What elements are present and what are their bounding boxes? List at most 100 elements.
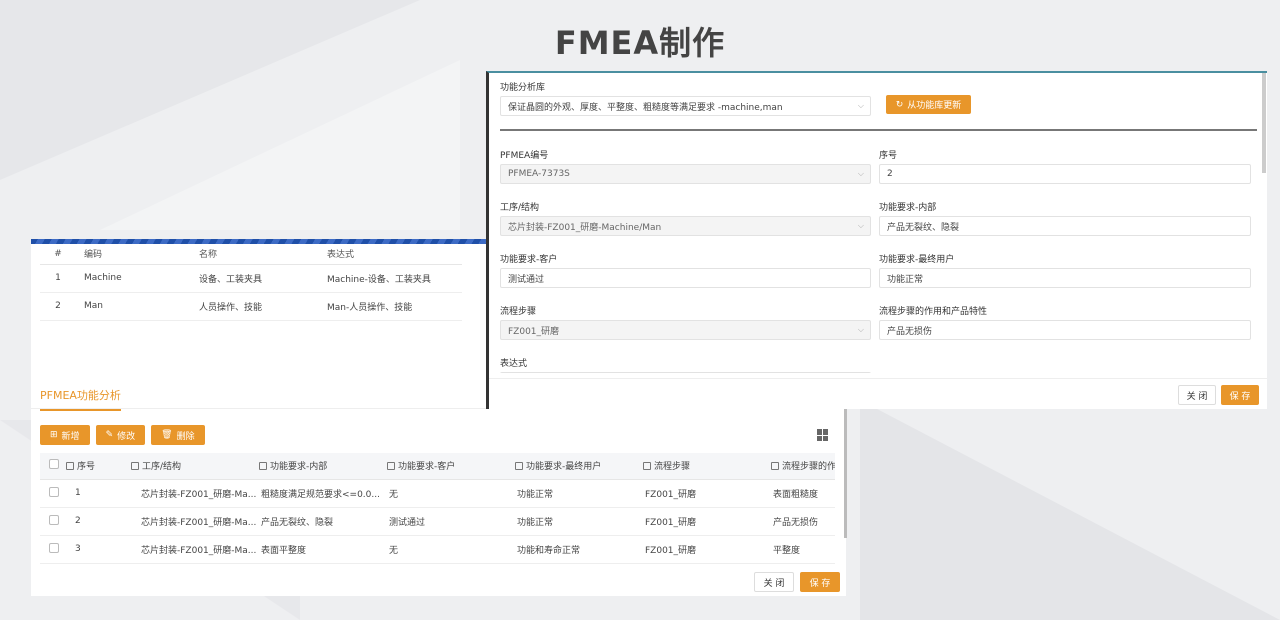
col-header: # [40,244,84,265]
col-header: 表达式 [327,244,462,265]
row-checkbox[interactable] [49,514,59,525]
col-header[interactable]: 流程步骤 [643,453,771,480]
customer-value: 测试通过 [508,274,545,285]
table-row[interactable]: 2 Man 人员操作、技能 Man-人员操作、技能 [40,292,462,321]
toolbar: ⊞ 新增 ✎ 修改 🗑 删除 [40,425,205,445]
cell: 粗糙度满足规范要求<=0.0... [259,479,387,508]
cell: 无 [387,479,515,508]
close-button[interactable]: 关 闭 [754,572,794,592]
column-settings-icon[interactable] [817,429,829,441]
cell: 产品无裂纹、隐裂 [259,507,387,536]
step-effect-label: 流程步骤的作用和产品特性 [879,307,988,317]
row-checkbox[interactable] [49,542,59,553]
step-value: FZ001_研磨 [508,326,560,337]
chevron-down-icon: ⌵ [857,221,864,230]
col-header-label: 流程步骤 [654,462,691,473]
enduser-input[interactable]: 功能正常 [879,268,1251,288]
cell: 功能正常 [515,507,643,536]
code-table: # 编码 名称 表达式 1 Machine 设备、工装夹具 Machine-设备… [40,244,462,321]
save-button[interactable]: 保 存 [800,572,840,592]
col-header[interactable]: 功能要求-内部 [259,453,387,480]
enduser-label: 功能要求-最终用户 [879,255,955,265]
delete-label: 删除 [176,431,195,442]
scrollbar[interactable] [1262,73,1266,173]
customer-input[interactable]: 测试通过 [500,268,871,288]
code-table-panel: # 编码 名称 表达式 1 Machine 设备、工装夹具 Machine-设备… [31,239,488,382]
update-from-library-button[interactable]: ↻ 从功能库更新 [886,95,971,114]
col-header-label: 功能要求-最终用户 [526,462,602,473]
col-header-label: 序号 [77,462,96,473]
cell: 表面粗糙度 [771,479,835,508]
cell: 产品无损伤 [771,507,835,536]
cell: FZ001_研磨 [643,535,771,564]
cell: 功能正常 [515,479,643,508]
refresh-icon: ↻ [895,99,904,110]
slide-title: FMEA制作 [554,24,726,62]
table-header-row: 序号 工序/结构 功能要求-内部 功能要求-客户 功能要求-最终用户 流程步骤 … [40,453,835,480]
internal-input[interactable]: 产品无裂纹、隐裂 [879,216,1251,236]
step-effect-input[interactable]: 产品无损伤 [879,320,1251,340]
table-row[interactable]: 1 Machine 设备、工装夹具 Machine-设备、工装夹具 [40,264,462,293]
row-select-cell [40,479,66,508]
enduser-value: 功能正常 [887,274,924,285]
step-select[interactable]: FZ001_研磨 ⌵ [500,320,871,340]
function-table: 序号 工序/结构 功能要求-内部 功能要求-客户 功能要求-最终用户 流程步骤 … [40,453,835,564]
step-label: 流程步骤 [500,307,537,317]
seq-input[interactable]: 2 [879,164,1251,184]
row-checkbox[interactable] [49,486,59,497]
cell: FZ001_研磨 [643,507,771,536]
edit-icon: ✎ [105,430,114,440]
delete-button[interactable]: 🗑 删除 [151,425,205,445]
edit-label: 修改 [117,431,136,442]
form-footer: 关 闭 保 存 [489,378,1267,409]
cell: 表面平整度 [259,535,387,564]
cell: FZ001_研磨 [643,479,771,508]
col-header-label: 工序/结构 [142,462,182,473]
save-button[interactable]: 保 存 [1221,385,1259,405]
cell: 功能和寿命正常 [515,535,643,564]
add-button[interactable]: ⊞ 新增 [40,425,90,445]
add-label: 新增 [61,431,80,442]
pfmea-no-select[interactable]: PFMEA-7373S ⌵ [500,164,871,184]
pfmea-no-label: PFMEA编号 [500,151,549,161]
table-row[interactable]: 1 芯片封装-FZ001_研磨-Ma... 粗糙度满足规范要求<=0.0... … [40,479,835,508]
col-header: 编码 [84,244,199,265]
row-select-cell [40,535,66,564]
process-value: 芯片封装-FZ001_研磨-Machine/Man [508,222,662,233]
edit-icon [515,462,523,471]
expr-label: 表达式 [500,359,528,369]
cell: 2 [66,507,131,536]
cell: 芯片封装-FZ001_研磨-Ma... [131,479,259,508]
table-header-row: # 编码 名称 表达式 [40,244,462,265]
function-library-select[interactable]: 保证晶圆的外观、厚度、平整度、粗糙度等满足要求 -machine,man ⌵ [500,96,871,116]
col-header[interactable]: 功能要求-客户 [387,453,515,480]
function-analysis-panel: PFMEA功能分析 ⊞ 新增 ✎ 修改 🗑 删除 序号 工序/结构 功能要求-内… [31,378,847,596]
cell: Man-人员操作、技能 [327,292,462,321]
seq-value: 2 [887,169,893,179]
cell: 1 [66,479,131,508]
trash-icon: 🗑 [161,430,173,440]
library-value: 保证晶圆的外观、厚度、平整度、粗糙度等满足要求 -machine,man [508,102,783,113]
edit-icon [131,462,139,471]
seq-label: 序号 [879,151,898,161]
select-all-checkbox[interactable] [49,459,59,470]
process-select[interactable]: 芯片封装-FZ001_研磨-Machine/Man ⌵ [500,216,871,236]
col-header[interactable]: 序号 [66,453,131,480]
edit-button[interactable]: ✎ 修改 [95,425,146,445]
col-header[interactable]: 工序/结构 [131,453,259,480]
cell: Machine-设备、工装夹具 [327,264,462,293]
table-row[interactable]: 3 芯片封装-FZ001_研磨-Ma... 表面平整度 无 功能和寿命正常 FZ… [40,535,835,564]
expr-input[interactable] [500,372,871,373]
chevron-down-icon: ⌵ [857,325,864,334]
internal-label: 功能要求-内部 [879,203,937,213]
col-header-label: 功能要求-内部 [270,462,328,473]
chevron-down-icon: ⌵ [857,101,864,110]
edit-icon [259,462,267,471]
table-row[interactable]: 2 芯片封装-FZ001_研磨-Ma... 产品无裂纹、隐裂 测试通过 功能正常… [40,507,835,536]
scrollbar[interactable] [844,408,847,538]
col-header[interactable]: 流程步骤的作 [771,453,835,480]
cell: 1 [40,264,84,293]
close-button[interactable]: 关 闭 [1178,385,1216,405]
col-header-label: 功能要求-客户 [398,462,456,473]
col-header[interactable]: 功能要求-最终用户 [515,453,643,480]
